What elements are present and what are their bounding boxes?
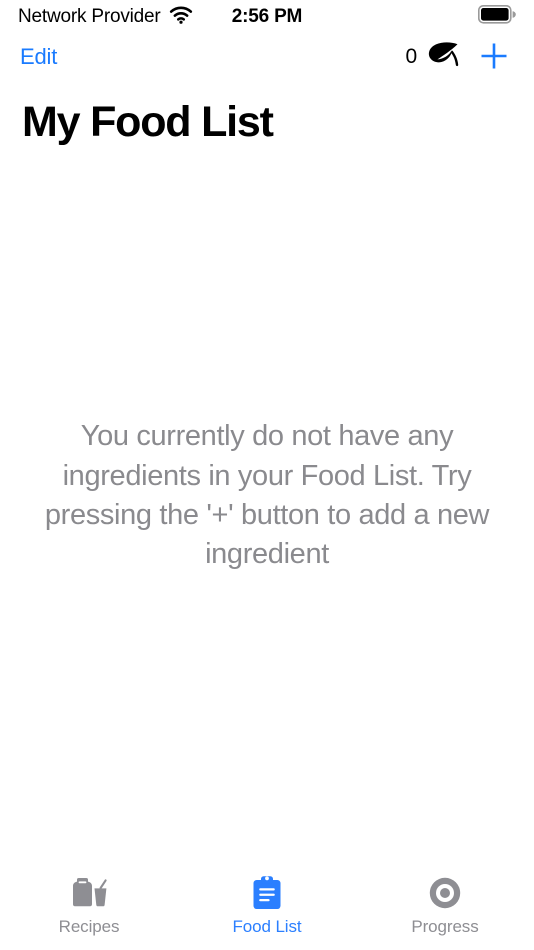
status-bar-right: [478, 5, 516, 29]
page-title: My Food List: [22, 98, 274, 146]
leaf-icon: [426, 41, 460, 74]
food-list-content-area: You currently do not have any ingredient…: [0, 160, 534, 850]
tab-food-list[interactable]: Food List: [178, 875, 356, 937]
tab-recipes[interactable]: Recipes: [0, 875, 178, 937]
battery-full-icon: [478, 5, 516, 29]
status-bar-left: Network Provider: [18, 6, 193, 29]
empty-state-message: You currently do not have any ingredient…: [44, 420, 490, 571]
leaf-counter[interactable]: 0: [406, 41, 460, 74]
carrier-label: Network Provider: [18, 6, 161, 27]
progress-ring-icon: [428, 875, 462, 911]
add-ingredient-button[interactable]: [474, 38, 514, 77]
navigation-bar: Edit 0: [0, 34, 534, 80]
edit-button[interactable]: Edit: [20, 44, 57, 70]
navigation-bar-right: 0: [406, 38, 514, 77]
status-bar: Network Provider 2:56 PM: [0, 0, 534, 34]
clipboard-icon: [250, 875, 284, 911]
tab-recipes-label: Recipes: [58, 917, 120, 936]
tab-progress[interactable]: Progress: [356, 875, 534, 937]
milk-carton-and-cup-icon: [69, 875, 109, 911]
tab-progress-label: Progress: [411, 917, 479, 936]
wifi-icon: [169, 6, 193, 29]
tab-food-list-label: Food List: [232, 917, 302, 936]
plus-icon: [476, 38, 512, 77]
leaf-count-value: 0: [405, 45, 418, 68]
tab-bar: Recipes Food List Progress: [0, 865, 534, 950]
